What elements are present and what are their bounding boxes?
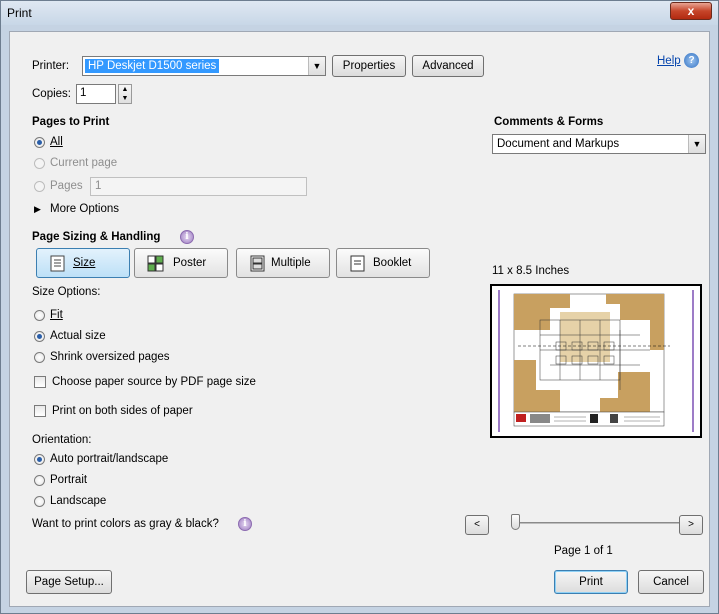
radio-all-label: All <box>50 136 63 148</box>
both-sides-label: Print on both sides of paper <box>52 405 193 417</box>
page-indicator: Page 1 of 1 <box>554 545 613 557</box>
pages-range-input[interactable]: 1 <box>90 177 307 196</box>
multiple-icon <box>250 255 265 272</box>
printer-select[interactable]: HP Deskjet D1500 series ▼ <box>82 56 326 76</box>
orientation-label: Orientation: <box>32 434 92 446</box>
preview-page <box>498 290 694 432</box>
chevron-down-icon: ▼ <box>688 135 705 153</box>
tab-multiple-label: Multiple <box>271 257 311 269</box>
tab-multiple[interactable]: Multiple <box>236 248 330 278</box>
gray-print-label: Want to print colors as gray & black? <box>32 518 219 530</box>
copies-label: Copies: <box>32 88 71 100</box>
size-options-label: Size Options: <box>32 286 101 298</box>
copies-stepper[interactable]: ▲ ▼ <box>118 84 132 104</box>
paper-source-checkbox[interactable] <box>34 376 46 388</box>
tab-size-label: Size <box>73 257 96 269</box>
floor-plan-thumbnail <box>513 293 670 427</box>
radio-actual-size[interactable] <box>34 331 45 342</box>
radio-auto-orientation[interactable] <box>34 454 45 465</box>
size-icon <box>50 255 65 272</box>
close-button[interactable]: x <box>670 2 712 20</box>
radio-shrink-label: Shrink oversized pages <box>50 351 170 363</box>
tab-booklet-label: Booklet <box>373 257 412 269</box>
print-button[interactable]: Print <box>554 570 628 594</box>
copies-input[interactable]: 1 <box>76 84 116 104</box>
radio-auto-orientation-label: Auto portrait/landscape <box>50 453 169 465</box>
help-icon[interactable]: ? <box>684 53 699 68</box>
previous-page-button[interactable]: < <box>465 515 489 535</box>
expand-triangle-icon[interactable]: ▶ <box>34 204 41 215</box>
tab-size[interactable]: Size <box>36 248 130 278</box>
info-icon[interactable]: i <box>238 517 252 531</box>
radio-pages-label: Pages <box>50 180 83 192</box>
pages-to-print-heading: Pages to Print <box>32 116 110 128</box>
both-sides-checkbox[interactable] <box>34 405 46 417</box>
comments-forms-heading: Comments & Forms <box>494 116 604 128</box>
page-sizing-heading: Page Sizing & Handling <box>32 231 161 243</box>
more-options-toggle[interactable]: More Options <box>50 203 119 215</box>
tab-booklet[interactable]: Booklet <box>336 248 430 278</box>
page-setup-button[interactable]: Page Setup... <box>26 570 112 594</box>
radio-portrait[interactable] <box>34 475 45 486</box>
page-slider-track[interactable] <box>515 522 683 524</box>
copies-value: 1 <box>80 87 87 99</box>
radio-fit[interactable] <box>34 310 45 321</box>
radio-actual-size-label: Actual size <box>50 330 106 342</box>
info-icon[interactable]: i <box>180 230 194 244</box>
radio-fit-label: Fit <box>50 309 63 321</box>
radio-current-page-label: Current page <box>50 157 118 169</box>
radio-portrait-label: Portrait <box>50 474 88 486</box>
paper-size-label: 11 x 8.5 Inches <box>492 265 570 277</box>
poster-icon <box>147 255 164 272</box>
page-slider-thumb[interactable] <box>511 514 520 530</box>
printer-label: Printer: <box>32 60 70 72</box>
comments-forms-select[interactable]: Document and Markups ▼ <box>492 134 706 154</box>
cancel-button[interactable]: Cancel <box>638 570 704 594</box>
radio-landscape[interactable] <box>34 496 45 507</box>
advanced-button[interactable]: Advanced <box>412 55 484 77</box>
help-link[interactable]: Help <box>657 55 681 67</box>
radio-pages[interactable] <box>34 181 45 192</box>
tab-poster-label: Poster <box>173 257 207 269</box>
window-title: Print <box>7 6 32 20</box>
printer-selected-value: HP Deskjet D1500 series <box>85 59 220 73</box>
booklet-icon <box>350 255 365 272</box>
radio-shrink[interactable] <box>34 352 45 363</box>
paper-source-label: Choose paper source by PDF page size <box>52 376 256 388</box>
radio-landscape-label: Landscape <box>50 495 107 507</box>
pages-range-value: 1 <box>95 180 102 192</box>
print-dialog: Print x Printer: HP Deskjet D1500 series… <box>0 0 719 614</box>
dialog-body: Printer: HP Deskjet D1500 series ▼ Prope… <box>9 31 710 607</box>
properties-button[interactable]: Properties <box>332 55 406 77</box>
radio-all[interactable] <box>34 137 45 148</box>
radio-current-page[interactable] <box>34 158 45 169</box>
comments-forms-value: Document and Markups <box>497 138 620 150</box>
next-page-button[interactable]: > <box>679 515 703 535</box>
print-preview <box>490 284 702 438</box>
tab-poster[interactable]: Poster <box>134 248 228 278</box>
chevron-down-icon: ▼ <box>308 57 325 75</box>
title-bar[interactable]: Print x <box>1 1 718 25</box>
